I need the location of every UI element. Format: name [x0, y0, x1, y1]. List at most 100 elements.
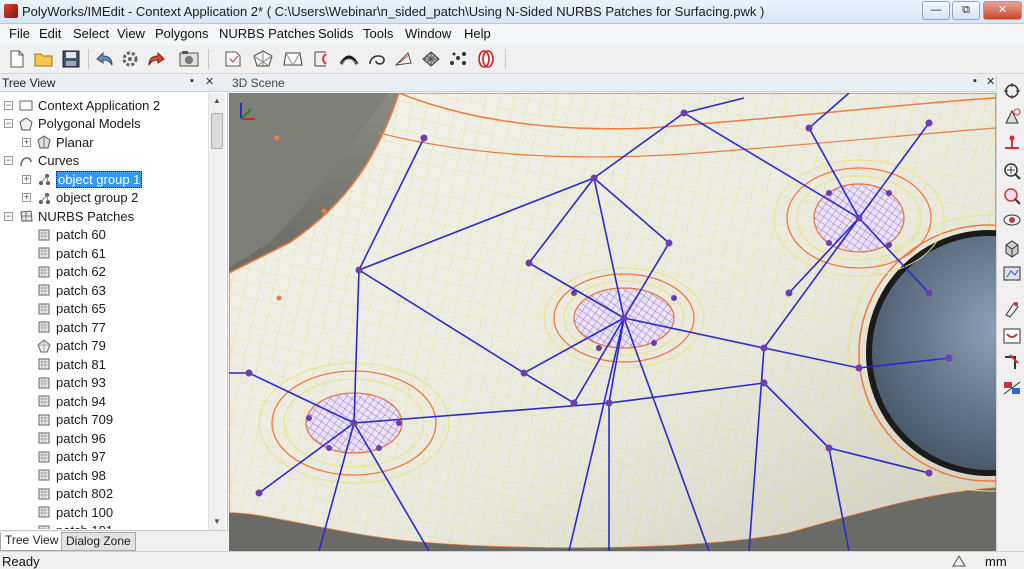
undo-icon[interactable]: [93, 48, 115, 70]
fit-view-icon[interactable]: [1001, 106, 1023, 128]
scroll-thumb[interactable]: [211, 113, 223, 149]
collapse-icon[interactable]: −: [4, 156, 13, 165]
scene-close-icon[interactable]: ✕: [986, 75, 995, 88]
polygon-edit-icon[interactable]: [282, 48, 304, 70]
color-map-icon[interactable]: [1001, 377, 1023, 399]
close-button[interactable]: ✕: [983, 1, 1022, 20]
tree-item[interactable]: patch 101: [22, 522, 113, 529]
tree-item[interactable]: patch 61: [22, 244, 106, 262]
tree-item[interactable]: patch 100: [22, 503, 113, 521]
menu-help[interactable]: Help: [464, 26, 491, 41]
tree-item-label: patch 97: [56, 449, 106, 464]
menu-nurbs-patches[interactable]: NURBS Patches: [219, 26, 315, 41]
tree-close-icon[interactable]: ✕: [205, 75, 214, 88]
tree-item[interactable]: patch 94: [22, 392, 106, 410]
tree-item[interactable]: patch 79: [22, 337, 106, 355]
pan-view-icon[interactable]: [1001, 160, 1023, 182]
units-selector[interactable]: mm: [985, 554, 1007, 569]
app-logo-icon: [4, 4, 18, 18]
spiral-icon[interactable]: [366, 48, 388, 70]
units-icon[interactable]: [952, 555, 966, 569]
minimize-button[interactable]: —: [922, 1, 950, 20]
expand-icon[interactable]: +: [22, 174, 31, 184]
tree-item-label: patch 79: [56, 338, 106, 353]
plugin-icon[interactable]: [222, 48, 244, 70]
tree-item[interactable]: + Planar: [22, 133, 94, 151]
tree-item-label: patch 100: [56, 504, 114, 520]
tree-item[interactable]: patch 93: [22, 374, 106, 392]
tree-item-label: patch 63: [56, 282, 106, 298]
scene-pin-icon[interactable]: ▪: [973, 75, 977, 87]
planar-model-icon: [37, 135, 51, 149]
new-file-icon[interactable]: [6, 48, 28, 70]
align-view-icon[interactable]: [1001, 132, 1023, 154]
tree-item[interactable]: patch 62: [22, 263, 106, 281]
screen-capture-icon[interactable]: [1001, 298, 1023, 320]
zoom-window-icon[interactable]: [1001, 185, 1023, 207]
redo-icon[interactable]: [146, 48, 168, 70]
measure-icon[interactable]: [1001, 351, 1023, 373]
tree-item[interactable]: patch 802: [22, 485, 113, 503]
collapse-icon[interactable]: −: [4, 100, 13, 110]
patch-icon: [37, 524, 51, 529]
3d-viewport[interactable]: [229, 93, 996, 551]
curve-icon[interactable]: [393, 48, 415, 70]
maximize-button[interactable]: ⧉: [952, 1, 980, 20]
collapse-icon[interactable]: −: [4, 211, 13, 221]
rotate-view-icon[interactable]: [1001, 80, 1023, 102]
tree-item[interactable]: + object group 1: [22, 170, 143, 188]
scroll-up-icon[interactable]: ▲: [213, 96, 221, 105]
zoom-icon[interactable]: [1001, 209, 1023, 231]
tree-item[interactable]: patch 81: [22, 355, 106, 373]
tree-item[interactable]: patch 63: [22, 281, 106, 299]
open-folder-icon[interactable]: [33, 48, 55, 70]
expand-icon[interactable]: +: [22, 193, 31, 202]
menu-select[interactable]: Select: [73, 26, 109, 41]
menu-edit[interactable]: Edit: [39, 26, 61, 41]
tree-item[interactable]: − Curves: [4, 152, 79, 170]
tree-item[interactable]: patch 60: [22, 226, 106, 244]
nurbs-curves-icon[interactable]: [475, 48, 497, 70]
tree-item[interactable]: patch 96: [22, 429, 106, 447]
tree-item-label: object group 1: [56, 170, 143, 188]
image-capture-icon[interactable]: [178, 48, 200, 70]
patch-grid-icon[interactable]: [447, 48, 469, 70]
tab-dialog-zone[interactable]: Dialog Zone: [61, 532, 136, 551]
settings-icon[interactable]: [119, 48, 141, 70]
shaded-display-icon[interactable]: [1001, 263, 1023, 285]
clipping-icon[interactable]: [1001, 325, 1023, 347]
tree-item[interactable]: patch 65: [22, 300, 106, 318]
menu-file[interactable]: File: [9, 26, 30, 41]
tree-item[interactable]: patch 98: [22, 466, 106, 484]
polygon-model-icon[interactable]: [252, 48, 274, 70]
tree-scrollbar[interactable]: ▲ ▼: [208, 93, 225, 531]
collapse-icon[interactable]: −: [4, 119, 13, 128]
tree-item[interactable]: − Context Application 2: [4, 96, 160, 114]
fill-hole-icon[interactable]: [310, 48, 332, 70]
menu-window[interactable]: Window: [405, 26, 451, 41]
expand-icon[interactable]: +: [22, 137, 31, 147]
main-toolbar: [0, 45, 1024, 74]
menu-solids[interactable]: Solids: [318, 26, 353, 41]
tree-item[interactable]: patch 77: [22, 318, 106, 336]
tree-item[interactable]: + object group 2: [22, 189, 138, 207]
status-text: Ready: [2, 554, 40, 569]
tree-item[interactable]: − NURBS Patches: [4, 207, 134, 225]
save-icon[interactable]: [60, 48, 82, 70]
plane-icon[interactable]: [420, 48, 442, 70]
patch-icon: [37, 487, 51, 501]
tree-pin-icon[interactable]: ▪: [190, 75, 194, 87]
tree-item[interactable]: patch 97: [22, 448, 106, 466]
object-group-icon: [37, 172, 51, 186]
nurbs-surface-render[interactable]: [229, 93, 996, 551]
tree-item[interactable]: − Polygonal Models: [4, 115, 141, 133]
curve-tool-icon[interactable]: [338, 48, 360, 70]
menu-polygons[interactable]: Polygons: [155, 26, 208, 41]
menu-view[interactable]: View: [117, 26, 145, 41]
tree-item[interactable]: patch 709: [22, 411, 113, 429]
tab-tree-view[interactable]: Tree View: [0, 532, 64, 551]
scroll-down-icon[interactable]: ▼: [213, 517, 221, 526]
menu-tools[interactable]: Tools: [363, 26, 393, 41]
visibility-icon[interactable]: [1001, 237, 1023, 259]
application-window: PolyWorks/IMEdit - Context Application 2…: [0, 0, 1024, 569]
